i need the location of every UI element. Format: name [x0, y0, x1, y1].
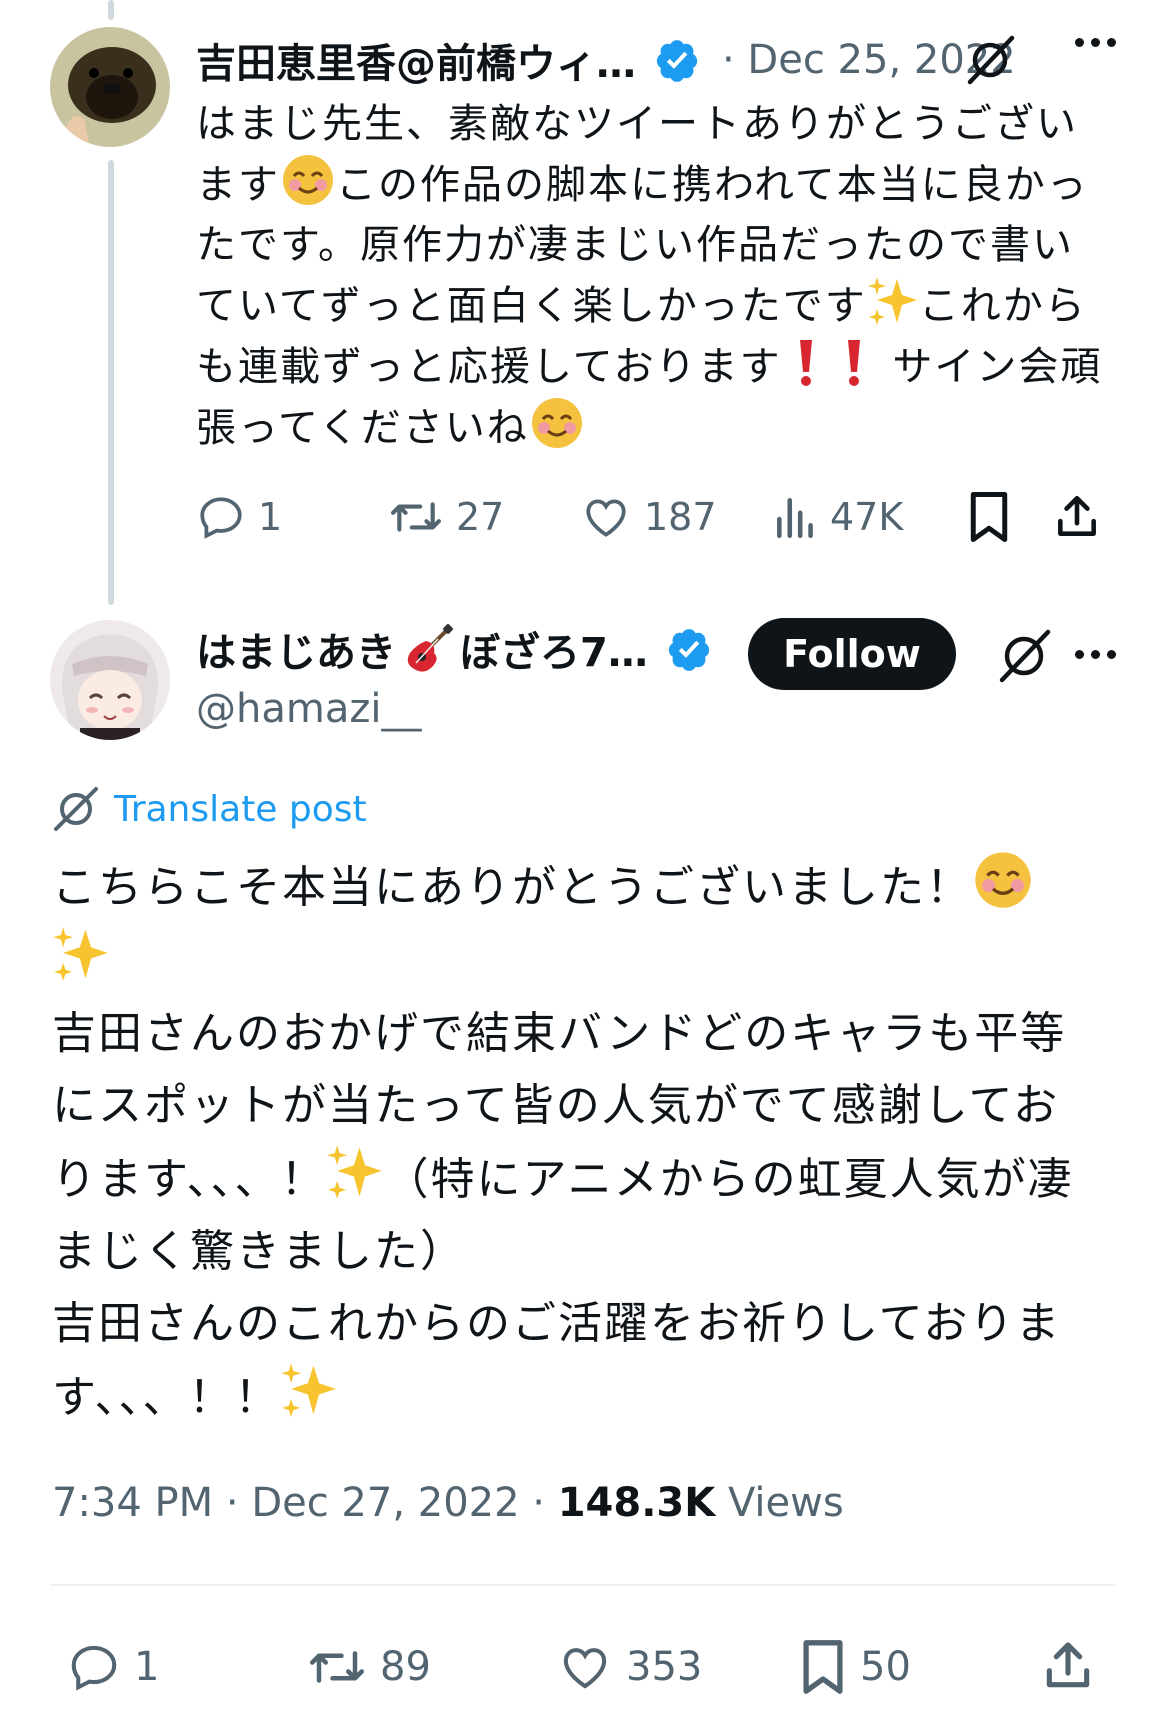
- reply-author-avatar[interactable]: [50, 27, 170, 147]
- main-tweet-header: はまじあき ぼざろ7… @hamazi__ Follow: [196, 618, 1116, 748]
- like-icon: [563, 1648, 607, 1689]
- views-count: 148.3K: [557, 1480, 716, 1526]
- repost-button[interactable]: 89: [306, 1640, 431, 1694]
- main-author-avatar[interactable]: [50, 620, 170, 740]
- grok-icon[interactable]: [962, 32, 1018, 88]
- more-icon[interactable]: [1075, 650, 1116, 659]
- views-icon: [777, 498, 813, 539]
- bookmark-icon: [803, 1640, 843, 1694]
- smile-emoji: [283, 155, 333, 205]
- sparkles-emoji: [867, 277, 917, 325]
- like-icon: [586, 499, 626, 537]
- smile-emoji: [531, 398, 582, 448]
- main-author-handle[interactable]: @hamazi__: [196, 686, 421, 732]
- share-button[interactable]: [1052, 490, 1102, 544]
- repost-icon: [391, 502, 441, 532]
- main-author-name-suffix[interactable]: ぼざろ7…: [460, 620, 648, 678]
- timestamp-text[interactable]: 7:34 PM · Dec 27, 2022 ·: [52, 1480, 558, 1526]
- main-text-part: こちらこそ本当にありがとうございました！: [52, 862, 972, 913]
- views-label: Views: [715, 1480, 844, 1526]
- share-icon: [1046, 1642, 1090, 1688]
- reply-count: 1: [258, 495, 283, 539]
- exclamation-emoji: [799, 340, 812, 386]
- reply-button[interactable]: 1: [196, 492, 282, 542]
- repost-count: 27: [456, 495, 505, 539]
- divider: [50, 1584, 1116, 1586]
- share-icon: [1058, 495, 1096, 536]
- grok-icon[interactable]: [996, 628, 1052, 684]
- reply-button[interactable]: 1: [66, 1640, 159, 1694]
- guitar-emoji: [407, 624, 453, 672]
- more-icon[interactable]: [1075, 38, 1116, 47]
- like-count: 353: [626, 1644, 703, 1690]
- sparkles-emoji: [53, 927, 108, 981]
- views-button[interactable]: 47K: [774, 492, 903, 542]
- thread-line: [108, 160, 114, 605]
- sparkles-emoji: [327, 1145, 383, 1199]
- reply-icon: [200, 497, 242, 539]
- repost-count: 89: [380, 1644, 431, 1690]
- share-button[interactable]: [1040, 1636, 1096, 1696]
- verified-badge-icon: [656, 40, 698, 82]
- reply-count: 1: [134, 1644, 160, 1690]
- repost-button[interactable]: 27: [388, 492, 504, 542]
- exclamation-emoji: [847, 340, 860, 386]
- translate-icon: [54, 787, 98, 831]
- translate-post-link[interactable]: Translate post: [52, 785, 367, 833]
- bookmark-button[interactable]: 50: [798, 1638, 911, 1696]
- main-author-name-row[interactable]: はまじあき ぼざろ7…: [196, 620, 712, 678]
- repost-icon: [310, 1651, 364, 1683]
- bookmark-button[interactable]: [966, 490, 1012, 544]
- reply-icon: [71, 1645, 117, 1691]
- main-author-name[interactable]: はまじあき: [196, 620, 396, 678]
- reply-author-name[interactable]: 吉田恵里香@前橋ウィ…: [196, 31, 636, 89]
- sparkles-emoji: [281, 1363, 337, 1417]
- reply-tweet-text: はまじ先生、素敵なツイートありがとうござい ます この作品の脚本に携われて本当に良…: [196, 94, 1121, 458]
- verified-badge-icon: [668, 629, 709, 671]
- translate-post-label[interactable]: Translate post: [114, 789, 367, 830]
- main-tweet-text: こちらこそ本当にありがとうございました！ 吉田さんのおかげで結束バンドどのキャラ…: [52, 850, 1122, 1434]
- views-count: 47K: [830, 495, 904, 539]
- thread-line-top: [108, 0, 114, 20]
- like-button[interactable]: 353: [556, 1640, 702, 1694]
- smile-emoji: [975, 852, 1031, 908]
- like-button[interactable]: 187: [580, 492, 717, 542]
- bookmark-icon: [970, 492, 1008, 542]
- follow-button[interactable]: Follow: [748, 618, 956, 690]
- bookmark-count: 50: [860, 1644, 911, 1690]
- tweet-timestamp[interactable]: 7:34 PM · Dec 27, 2022 · 148.3K Views: [52, 1480, 844, 1526]
- like-count: 187: [644, 495, 717, 539]
